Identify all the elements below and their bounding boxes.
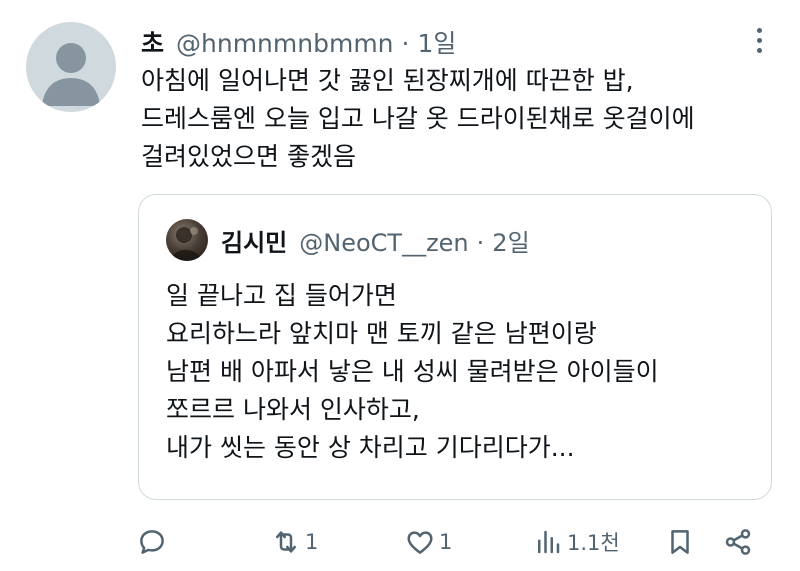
quoted-text-line: 남편 배 아파서 낳은 내 성씨 물려받은 아이들이 [166, 357, 659, 386]
like-count: 1 [439, 530, 453, 554]
display-name[interactable]: 초 [141, 24, 164, 60]
views-icon [538, 530, 560, 554]
retweet-button[interactable]: 1 [271, 522, 318, 562]
more-options-icon[interactable] [754, 28, 764, 58]
share-button[interactable] [723, 522, 753, 562]
quoted-text-line: 내가 씻는 동안 상 차리고 기다리다가... [166, 433, 575, 462]
tweet-text-line: 걸려있었으면 좋겠음 [141, 142, 356, 171]
timestamp[interactable]: 1일 [417, 24, 456, 60]
like-button[interactable]: 1 [405, 522, 452, 562]
bookmark-button[interactable] [665, 522, 695, 562]
profile-photo-icon [170, 227, 204, 261]
quoted-display-name[interactable]: 김시민 [221, 223, 287, 258]
tweet-text-line: 드레스룸엔 오늘 입고 나갈 옷 드라이된채로 옷걸이에 [141, 104, 695, 133]
quoted-avatar[interactable] [166, 219, 208, 261]
quoted-text: 일 끝나고 집 들어가면 요리하느라 앞치마 맨 토끼 같은 남편이랑 남편 배… [166, 277, 659, 467]
quoted-header: 김시민 @NeoCT__zen · 2일 [221, 223, 530, 258]
reply-button[interactable] [137, 522, 167, 562]
quoted-timestamp[interactable]: 2일 [492, 223, 529, 258]
avatar[interactable] [26, 22, 116, 112]
reply-icon [140, 530, 164, 554]
action-bar: 1 1 1.1천 [137, 522, 765, 562]
bookmark-icon [671, 530, 689, 554]
retweet-count: 1 [305, 530, 319, 554]
quoted-text-line: 요리하느라 앞치마 맨 토끼 같은 남편이랑 [166, 319, 597, 348]
user-handle[interactable]: @hnmnmnbmmn [176, 29, 394, 58]
tweet-header: 초 @hnmnmnbmmn · 1일 [141, 24, 456, 58]
views-button[interactable]: 1.1천 [533, 522, 620, 562]
share-icon [725, 529, 751, 555]
heart-icon [407, 531, 433, 554]
retweet-icon [276, 531, 296, 553]
quoted-tweet[interactable]: 김시민 @NeoCT__zen · 2일 일 끝나고 집 들어가면 요리하느라 … [138, 194, 772, 500]
quoted-handle[interactable]: @NeoCT__zen [299, 229, 468, 257]
separator-dot: · [401, 29, 410, 58]
views-count: 1.1천 [567, 531, 620, 555]
default-profile-icon [42, 43, 100, 106]
quoted-text-line: 쪼르르 나와서 인사하고, [166, 395, 420, 424]
separator-dot: · [476, 229, 485, 257]
quoted-text-line: 일 끝나고 집 들어가면 [166, 281, 397, 310]
tweet-text-line: 아침에 일어나면 갓 끓인 된장찌개에 따끈한 밥, [141, 66, 634, 95]
tweet-text: 아침에 일어나면 갓 끓인 된장찌개에 따끈한 밥, 드레스룸엔 오늘 입고 나… [141, 62, 781, 176]
